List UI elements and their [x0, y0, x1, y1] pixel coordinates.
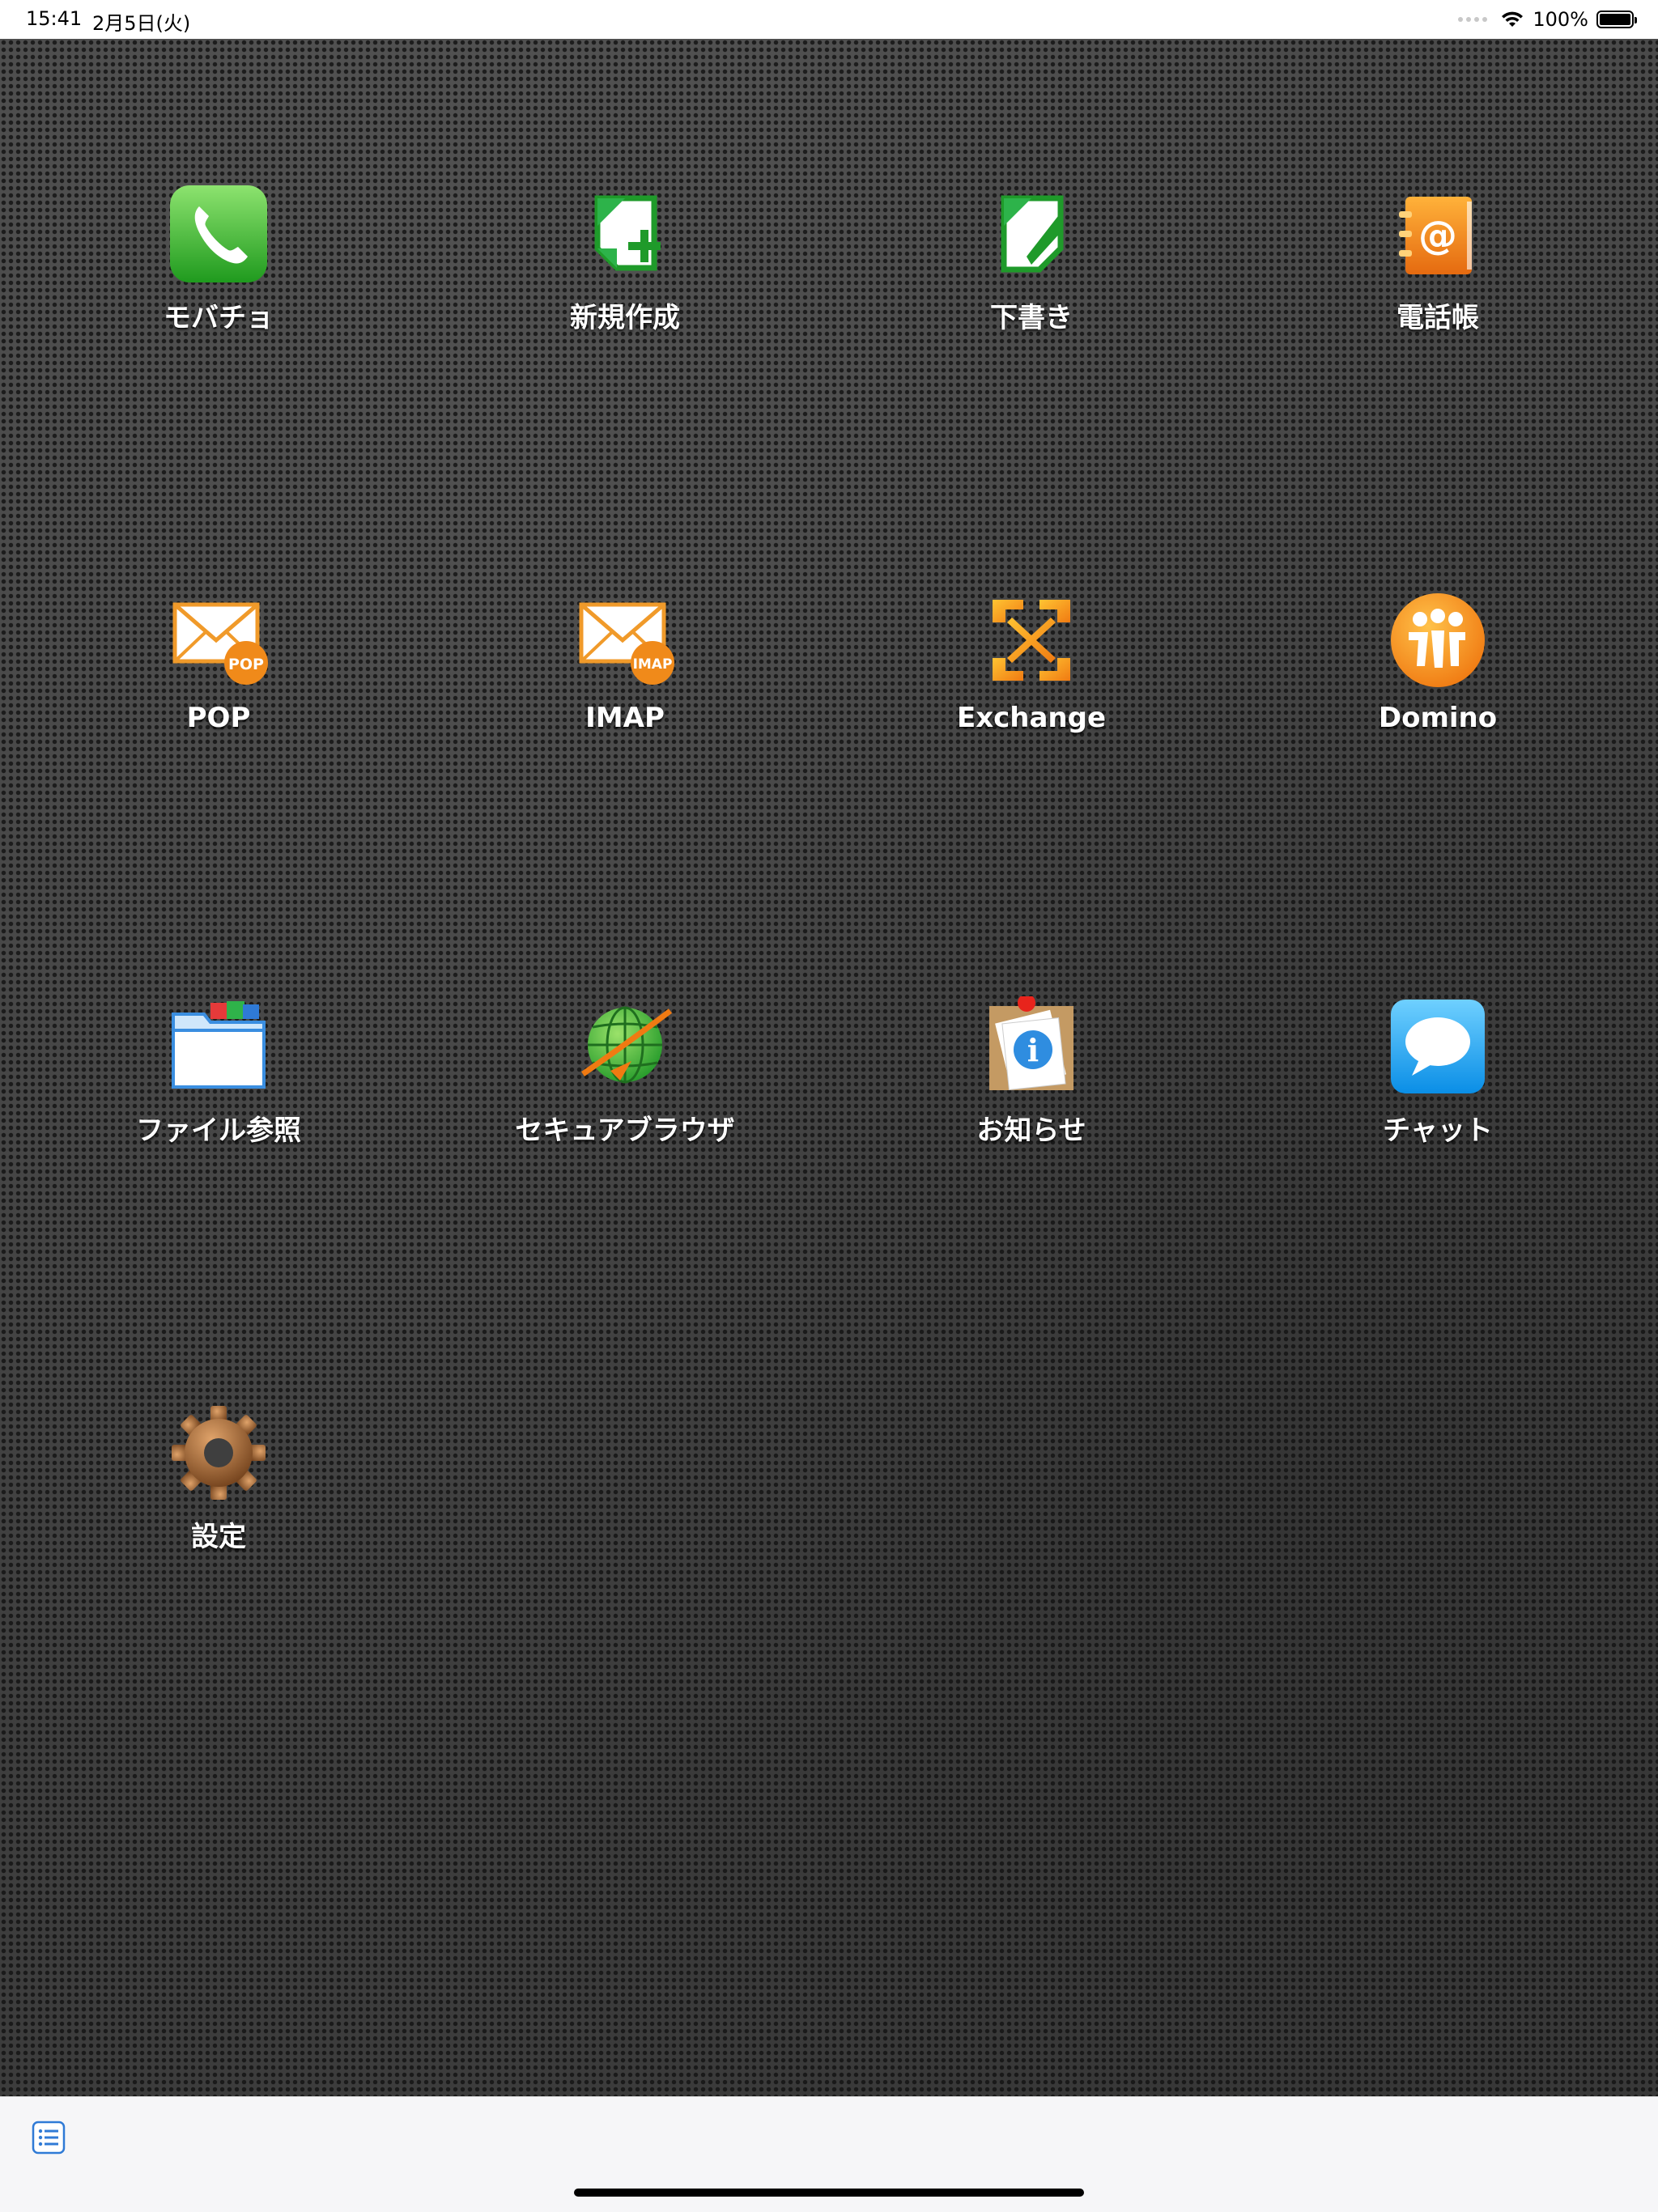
domino-icon	[1391, 593, 1485, 687]
app-settings[interactable]: 設定	[97, 1403, 340, 1589]
svg-text:@: @	[1418, 213, 1457, 258]
app-label: ファイル参照	[136, 1114, 301, 1147]
app-label: モバチョ	[164, 302, 274, 334]
status-date: 2月5日(火)	[92, 12, 191, 35]
app-new-compose[interactable]: 新規作成	[504, 184, 746, 370]
app-address-book[interactable]: @ 電話帳	[1316, 184, 1559, 370]
app-chat[interactable]: チャット	[1316, 996, 1559, 1182]
battery-icon	[1596, 11, 1637, 28]
app-label: IMAP	[585, 702, 665, 734]
notice-icon: i	[989, 996, 1073, 1090]
status-bar: 15:41 2月5日(火) 100%	[0, 0, 1658, 39]
app-label: お知らせ	[976, 1114, 1086, 1147]
imap-mail-icon: IMAP	[579, 602, 674, 685]
app-label: 新規作成	[570, 302, 680, 334]
wifi-icon	[1502, 11, 1524, 27]
app-notices[interactable]: i お知らせ	[910, 996, 1153, 1182]
pop-mail-icon: POP	[172, 602, 268, 685]
gear-icon	[172, 1406, 266, 1500]
status-right: 100%	[1458, 6, 1637, 32]
app-exchange[interactable]: Exchange	[910, 590, 1153, 776]
battery-percent: 100%	[1533, 8, 1588, 31]
folder-icon	[172, 1001, 266, 1089]
app-label: 下書き	[990, 302, 1073, 334]
app-imap[interactable]: IMAP IMAP	[504, 590, 746, 776]
app-label: 設定	[191, 1521, 246, 1553]
app-domino[interactable]: Domino	[1316, 590, 1559, 776]
app-file-browser[interactable]: ファイル参照	[97, 996, 340, 1182]
svg-text:POP: POP	[228, 656, 264, 673]
app-secure-browser[interactable]: セキュアブラウザ	[504, 996, 746, 1182]
app-label: セキュアブラウザ	[515, 1114, 735, 1147]
app-pop[interactable]: POP POP	[97, 590, 340, 776]
globe-icon	[581, 1006, 673, 1084]
app-drafts[interactable]: 下書き	[910, 184, 1153, 370]
list-icon[interactable]	[31, 2120, 66, 2155]
chat-icon	[1391, 1000, 1485, 1093]
phone-icon	[170, 185, 267, 282]
app-label: 電話帳	[1397, 302, 1479, 334]
address-book-icon: @	[1399, 197, 1472, 274]
app-label: POP	[186, 702, 251, 734]
app-mobacho[interactable]: モバチョ	[97, 184, 340, 370]
signal-dots-icon	[1458, 17, 1488, 22]
svg-text:i: i	[1027, 1032, 1039, 1068]
exchange-icon	[993, 600, 1070, 681]
new-document-icon	[594, 195, 661, 271]
svg-text:IMAP: IMAP	[633, 656, 673, 673]
app-label: Domino	[1378, 702, 1498, 734]
app-label: Exchange	[956, 702, 1107, 734]
home-indicator[interactable]	[574, 2189, 1084, 2197]
status-time: 15:41	[26, 7, 83, 30]
draft-icon	[1001, 195, 1064, 273]
app-label: チャット	[1383, 1114, 1493, 1147]
